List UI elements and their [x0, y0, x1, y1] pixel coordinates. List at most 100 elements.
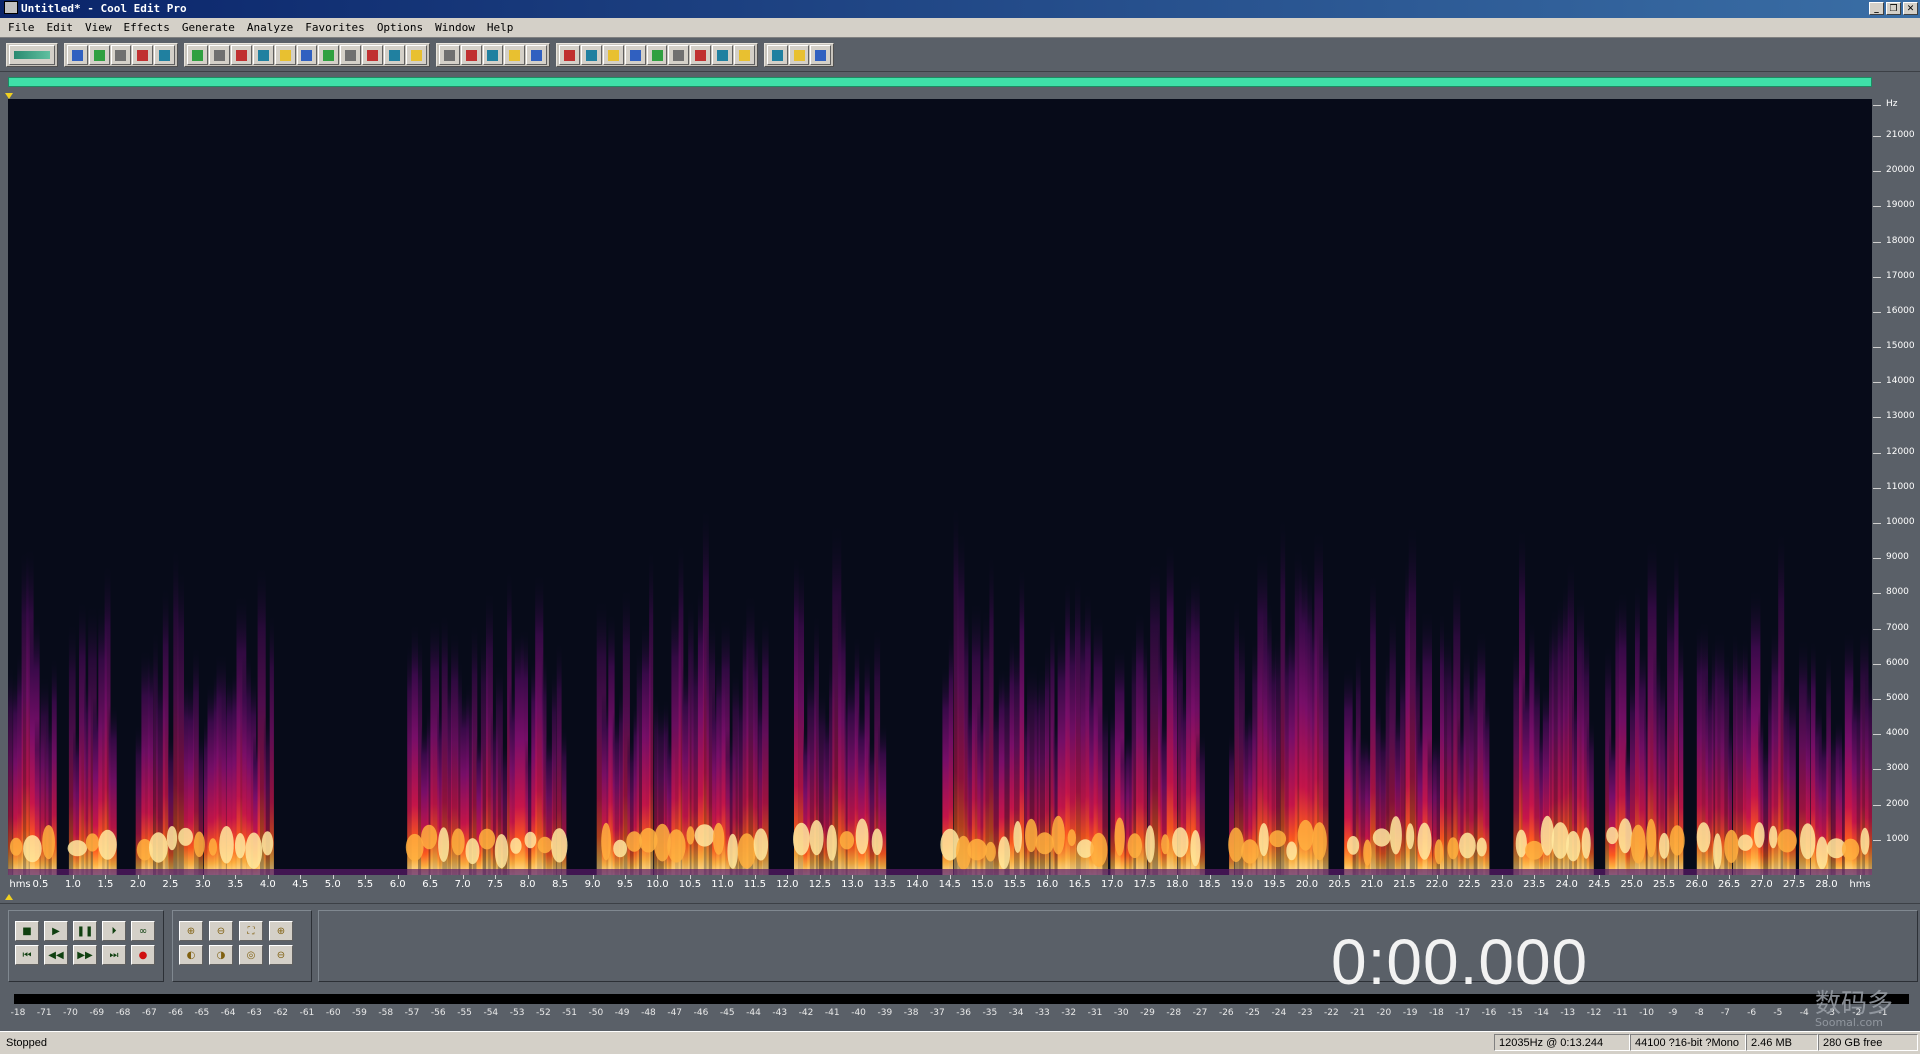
frequency-label: 1000 [1886, 833, 1909, 844]
stop-button[interactable]: ■ [15, 921, 39, 941]
settings-b-button[interactable] [504, 45, 526, 65]
waveform-overview-bar[interactable] [8, 77, 1872, 87]
cue-list-button[interactable] [580, 45, 602, 65]
db-label: -30 [1113, 1008, 1129, 1018]
trim-button[interactable] [384, 45, 406, 65]
waveform-view-button[interactable] [460, 45, 482, 65]
spectral-burst-8-10 [1280, 519, 1286, 875]
menu-view[interactable]: View [79, 21, 118, 34]
frequency-tick [1873, 663, 1881, 665]
zoom-out-horizontal-button[interactable]: ⊖ [209, 921, 233, 941]
record-button[interactable]: ● [131, 945, 155, 965]
open-file-button[interactable] [88, 45, 110, 65]
spectral-view[interactable] [8, 99, 1872, 875]
settings-button[interactable] [767, 45, 788, 65]
repeat-button[interactable] [230, 45, 252, 65]
time-label: 8.0 [519, 879, 536, 890]
menu-analyze[interactable]: Analyze [241, 21, 299, 34]
zoom-out-vertical-button[interactable]: ⊖ [269, 945, 293, 965]
frequency-label: 18000 [1886, 235, 1915, 246]
paste-new-button[interactable] [340, 45, 362, 65]
settings-a-icon [487, 49, 499, 61]
blank-display-button[interactable] [734, 45, 756, 65]
menu-edit[interactable]: Edit [41, 21, 80, 34]
spectral-peak-7-4 [1172, 827, 1189, 858]
menu-generate[interactable]: Generate [176, 21, 241, 34]
go-to-end-button[interactable]: ⏭ [102, 945, 126, 965]
db-label: -22 [1324, 1008, 1339, 1018]
redo-button[interactable] [208, 45, 230, 65]
copy-new-button[interactable] [274, 45, 296, 65]
db-label: -44 [746, 1008, 761, 1018]
script-button[interactable] [788, 45, 810, 65]
time-label: 2.0 [129, 879, 146, 890]
save-file-button[interactable] [110, 45, 132, 65]
play-button[interactable]: ▶ [44, 921, 68, 941]
pause-button[interactable]: ❚❚ [73, 921, 97, 941]
close-file-button[interactable] [154, 45, 175, 65]
spectral-peak-9-9 [1476, 837, 1487, 857]
loop-button[interactable]: ∞ [131, 921, 155, 941]
copy-button[interactable] [252, 45, 274, 65]
close-button[interactable]: ✕ [1903, 2, 1918, 15]
menu-favorites[interactable]: Favorites [299, 21, 371, 34]
frequency-tick [1873, 558, 1881, 560]
cut-button[interactable] [296, 45, 318, 65]
spectral-peak-3-6 [494, 834, 509, 869]
restore-button[interactable]: ❐ [1886, 2, 1901, 15]
play-list-button[interactable] [602, 45, 624, 65]
zoom-out-horizontal-icon: ⊖ [216, 925, 226, 937]
zoom-view-button[interactable] [646, 45, 668, 65]
mix-paste-2-button[interactable] [406, 45, 427, 65]
db-label: -35 [982, 1008, 998, 1018]
undo-button[interactable] [187, 45, 208, 65]
help-button[interactable] [810, 45, 832, 65]
minimize-button[interactable]: _ [1869, 2, 1884, 15]
spectral-burst-9-5 [1370, 575, 1376, 875]
settings-a-button[interactable] [482, 45, 504, 65]
spectral-display-button[interactable] [712, 45, 734, 65]
menu-file[interactable]: File [2, 21, 41, 34]
spectral-peak-11-5 [1669, 825, 1685, 856]
play-preview-button[interactable] [624, 45, 646, 65]
zoom-selection-button[interactable]: ◎ [239, 945, 263, 965]
spectral-peak-9-8 [1459, 832, 1476, 859]
time-display-button[interactable] [668, 45, 690, 65]
fast-forward-button[interactable]: ▶▶ [73, 945, 97, 965]
play-to-end-button[interactable]: ⏵ [102, 921, 126, 941]
spectral-peak-3-4 [465, 838, 480, 865]
time-label: 15.5 [1003, 879, 1026, 890]
zoom-in-vertical-button[interactable]: ⊕ [269, 921, 293, 941]
menu-options[interactable]: Options [371, 21, 429, 34]
mode-switch-button[interactable] [9, 45, 55, 65]
info-button[interactable] [559, 45, 580, 65]
paste-button[interactable] [318, 45, 340, 65]
spectral-view-button[interactable] [439, 45, 460, 65]
blank-display-icon [739, 49, 751, 61]
cut-icon [301, 49, 313, 61]
zoom-to-right-button[interactable]: ◑ [209, 945, 233, 965]
go-to-start-button[interactable]: ⏮ [15, 945, 39, 965]
pause-icon: ❚❚ [76, 925, 94, 937]
settings-c-button[interactable] [526, 45, 547, 65]
mix-paste-button[interactable] [362, 45, 384, 65]
time-label: 17.0 [1100, 879, 1124, 890]
zoom-full-button[interactable]: ⛶ [239, 921, 263, 941]
save-as-button[interactable] [132, 45, 154, 65]
new-file-button[interactable] [67, 45, 88, 65]
frame-display-button[interactable] [690, 45, 712, 65]
spectral-peak-9-0 [1347, 836, 1360, 855]
zoom-in-horizontal-button[interactable]: ⊕ [179, 921, 203, 941]
status-size: 2.46 MB [1746, 1034, 1818, 1051]
menu-window[interactable]: Window [429, 21, 481, 34]
menu-help[interactable]: Help [481, 21, 520, 34]
spectral-burst-7-11 [1166, 544, 1174, 875]
end-marker-icon[interactable] [5, 894, 13, 900]
db-label: -17 [1455, 1008, 1471, 1018]
play-list-icon [607, 49, 619, 61]
db-label: -65 [194, 1008, 210, 1018]
frequency-label: 15000 [1886, 341, 1915, 352]
rewind-button[interactable]: ◀◀ [44, 945, 68, 965]
zoom-to-left-button[interactable]: ◐ [179, 945, 203, 965]
menu-effects[interactable]: Effects [118, 21, 176, 34]
